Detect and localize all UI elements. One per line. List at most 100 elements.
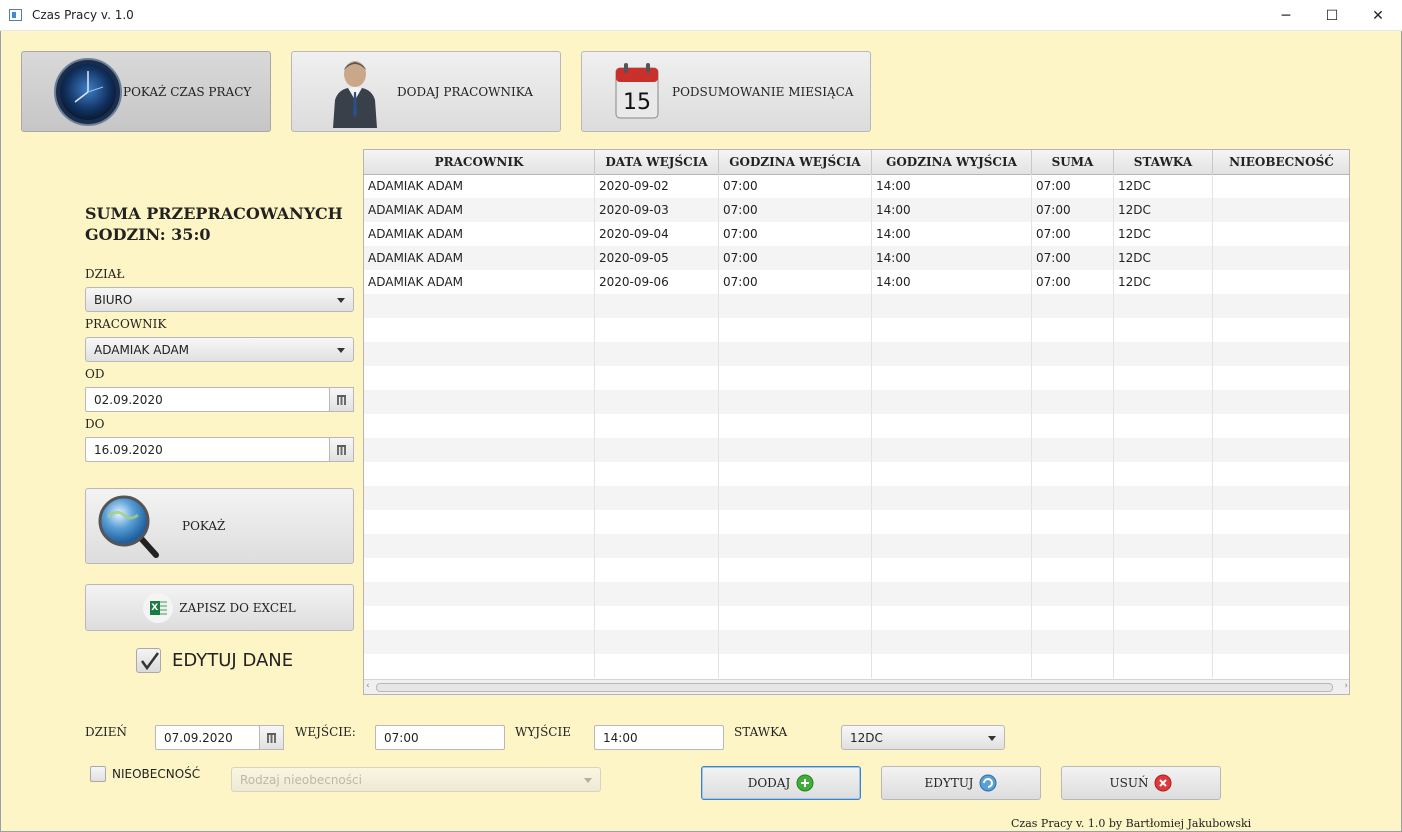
column-header[interactable]: GODZINA WEJŚCIA — [719, 150, 872, 174]
table-row[interactable]: ADAMIAK ADAM 2020-09-03 07:00 14:00 07:00 12D… — [364, 198, 1349, 222]
table-cell — [1114, 582, 1213, 606]
table-cell — [1032, 606, 1114, 630]
nav-show-work-time-button[interactable]: POKAŻ CZAS PRACY — [21, 51, 271, 132]
calendar-icon: 15 — [615, 62, 659, 118]
table-cell — [595, 486, 719, 510]
empty-table-row[interactable] — [364, 654, 1349, 678]
scroll-left-icon[interactable]: ‹ — [366, 681, 370, 691]
empty-table-row[interactable] — [364, 558, 1349, 582]
table-cell — [1114, 534, 1213, 558]
excel-icon: X — [143, 592, 174, 623]
department-select[interactable]: BIURO — [85, 287, 354, 312]
table-cell — [1114, 294, 1213, 318]
empty-table-row[interactable] — [364, 510, 1349, 534]
edit-button[interactable]: EDYTUJ — [881, 766, 1041, 800]
empty-table-row[interactable] — [364, 414, 1349, 438]
table-cell — [364, 318, 595, 342]
employee-value: ADAMIAK ADAM — [94, 342, 190, 357]
exit-time-input[interactable]: 14:00 — [594, 725, 724, 750]
table-cell — [1032, 342, 1114, 366]
table-cell — [595, 462, 719, 486]
chevron-down-icon — [337, 298, 345, 303]
nav-month-summary-button[interactable]: 15 PODSUMOWANIE MIESIĄCA — [581, 51, 871, 132]
scrollbar-thumb[interactable] — [376, 683, 1333, 692]
plus-circle-icon — [796, 774, 814, 792]
column-header[interactable]: STAWKA — [1114, 150, 1213, 174]
table-cell — [1114, 390, 1213, 414]
table-cell — [719, 294, 872, 318]
empty-table-row[interactable] — [364, 438, 1349, 462]
table-cell: 07:00 — [719, 246, 872, 270]
column-header[interactable]: SUMA — [1032, 150, 1114, 174]
horizontal-scrollbar[interactable]: ‹ › — [364, 679, 1349, 694]
empty-table-row[interactable] — [364, 534, 1349, 558]
absence-type-select[interactable]: Rodzaj nieobecności — [231, 767, 601, 792]
empty-table-row[interactable] — [364, 582, 1349, 606]
table-cell — [364, 534, 595, 558]
column-header[interactable]: GODZINA WYJŚCIA — [872, 150, 1032, 174]
table-cell — [595, 318, 719, 342]
absence-checkbox[interactable] — [90, 766, 106, 782]
column-header[interactable]: NIEOBECNOŚĆ — [1213, 150, 1349, 174]
empty-table-row[interactable] — [364, 630, 1349, 654]
table-cell — [1032, 582, 1114, 606]
table-row[interactable]: ADAMIAK ADAM 2020-09-05 07:00 14:00 07:00 12D… — [364, 246, 1349, 270]
column-header[interactable]: DATA WEJŚCIA — [595, 150, 719, 174]
from-date-input[interactable]: 02.09.2020 — [85, 387, 330, 412]
app-icon — [9, 9, 22, 21]
window-title: Czas Pracy v. 1.0 — [32, 8, 134, 22]
table-row[interactable]: ADAMIAK ADAM 2020-09-04 07:00 14:00 07:00 12D… — [364, 222, 1349, 246]
show-button[interactable]: POKAŻ — [85, 488, 354, 564]
empty-table-row[interactable] — [364, 462, 1349, 486]
table-row[interactable]: ADAMIAK ADAM 2020-09-02 07:00 14:00 07:00 12D… — [364, 174, 1349, 198]
table-cell: 07:00 — [719, 174, 872, 198]
column-header[interactable]: PRACOWNIK — [364, 150, 595, 174]
table-cell — [595, 294, 719, 318]
table-cell — [595, 390, 719, 414]
save-to-excel-button[interactable]: X ZAPISZ DO EXCEL — [85, 584, 354, 631]
table-cell — [1213, 318, 1349, 342]
empty-table-row[interactable] — [364, 318, 1349, 342]
from-date-picker-button[interactable] — [329, 387, 354, 412]
maximize-button[interactable]: ☐ — [1309, 0, 1355, 31]
table-cell — [595, 630, 719, 654]
table-cell: 12DC — [1114, 270, 1213, 294]
add-button[interactable]: DODAJ — [701, 766, 861, 800]
calendar-small-icon — [337, 394, 346, 405]
close-button[interactable]: ✕ — [1355, 0, 1401, 31]
to-date-picker-button[interactable] — [329, 437, 354, 462]
minimize-button[interactable]: ─ — [1263, 0, 1309, 31]
empty-table-row[interactable] — [364, 342, 1349, 366]
clock-icon — [54, 57, 122, 126]
calendar-day: 15 — [623, 90, 651, 115]
employee-select[interactable]: ADAMIAK ADAM — [85, 337, 354, 362]
businessman-icon — [333, 60, 377, 128]
empty-table-row[interactable] — [364, 390, 1349, 414]
entry-time-input[interactable]: 07:00 — [375, 725, 505, 750]
day-date-input[interactable]: 07.09.2020 — [155, 725, 260, 750]
table-cell — [719, 438, 872, 462]
from-label: OD — [85, 367, 105, 381]
day-date-picker-button[interactable] — [259, 725, 284, 750]
nav-add-employee-button[interactable]: DODAJ PRACOWNIKA — [291, 51, 561, 132]
to-date-input[interactable]: 16.09.2020 — [85, 437, 330, 462]
table-cell — [1114, 486, 1213, 510]
empty-table-row[interactable] — [364, 606, 1349, 630]
table-cell — [595, 582, 719, 606]
hours-summary-line2: GODZIN: 35:0 — [85, 225, 211, 244]
work-time-table[interactable]: PRACOWNIK DATA WEJŚCIA GODZINA WEJŚCIA GODZ… — [363, 149, 1350, 695]
table-cell — [364, 390, 595, 414]
table-cell — [595, 606, 719, 630]
scroll-right-icon[interactable]: › — [1344, 681, 1348, 691]
table-row[interactable]: ADAMIAK ADAM 2020-09-06 07:00 14:00 07:00 12D… — [364, 270, 1349, 294]
rate-select[interactable]: 12DC — [841, 725, 1005, 750]
empty-table-row[interactable] — [364, 294, 1349, 318]
edit-data-checkbox[interactable] — [136, 648, 161, 673]
empty-table-row[interactable] — [364, 366, 1349, 390]
rate-value: 12DC — [850, 730, 883, 745]
table-cell — [1213, 630, 1349, 654]
exit-label: WYJŚCIE — [515, 725, 571, 739]
empty-table-row[interactable] — [364, 486, 1349, 510]
table-cell — [364, 414, 595, 438]
delete-button[interactable]: USUŃ — [1061, 766, 1221, 800]
